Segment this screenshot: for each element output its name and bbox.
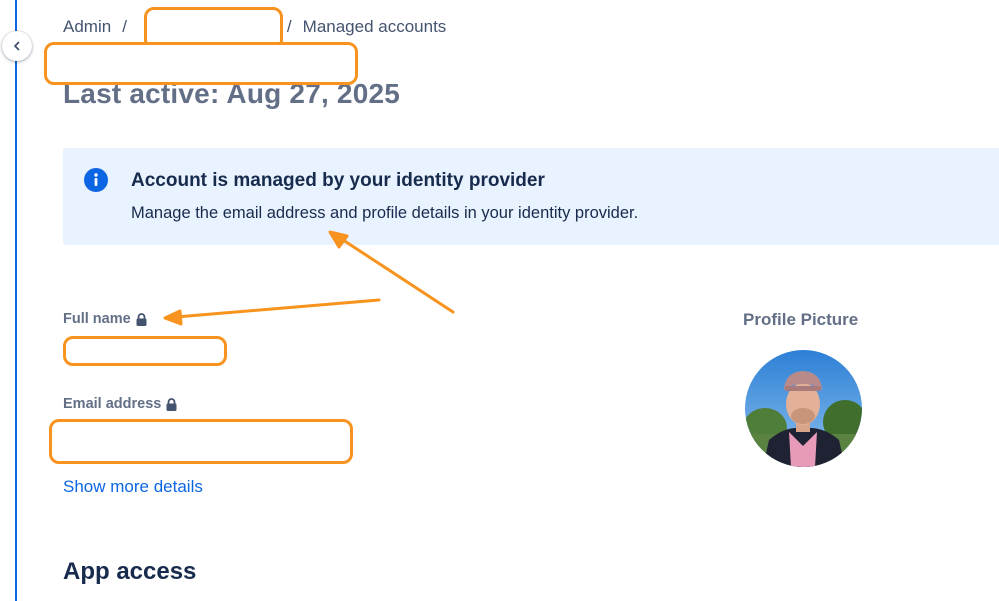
breadcrumb-separator: /	[286, 17, 292, 36]
email-address-label-text: Email address	[63, 396, 162, 412]
sidebar-border	[15, 0, 17, 601]
lock-icon	[136, 312, 147, 326]
full-name-label: Full name	[63, 311, 147, 327]
redaction-box-email	[49, 419, 353, 464]
avatar-photo	[745, 350, 862, 467]
avatar	[745, 350, 862, 467]
breadcrumb-separator: /	[122, 17, 127, 36]
collapse-sidebar-button[interactable]	[2, 31, 32, 61]
banner-title: Account is managed by your identity prov…	[131, 170, 545, 191]
annotation-arrow-to-full-name	[163, 298, 381, 326]
redaction-box-user-name	[44, 42, 358, 85]
redaction-box-full-name	[63, 336, 227, 366]
breadcrumb-admin[interactable]: Admin	[63, 17, 111, 37]
banner-description: Manage the email address and profile det…	[131, 204, 639, 222]
show-more-details-link[interactable]: Show more details	[63, 477, 203, 497]
lock-icon	[166, 397, 177, 411]
app-access-heading: App access	[63, 558, 197, 585]
profile-picture-label: Profile Picture	[743, 310, 859, 329]
info-icon	[84, 168, 108, 192]
info-banner: Account is managed by your identity prov…	[63, 148, 999, 245]
full-name-label-text: Full name	[63, 311, 131, 327]
email-address-label: Email address	[63, 396, 177, 412]
chevron-left-icon	[14, 41, 20, 51]
breadcrumb-managed-accounts[interactable]: Managed accounts	[303, 17, 447, 37]
